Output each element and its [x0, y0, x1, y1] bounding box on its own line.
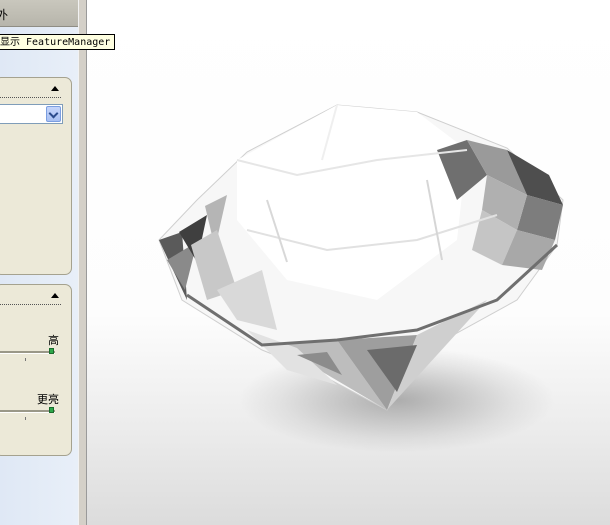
slider2-track[interactable] — [0, 410, 55, 413]
group-divider — [0, 97, 61, 98]
group-divider — [0, 304, 61, 305]
dropdown-button[interactable] — [46, 106, 61, 122]
collapse-arrow-icon[interactable] — [51, 293, 59, 298]
slider2-label: 更亮 — [37, 393, 59, 406]
chevron-down-icon — [48, 108, 59, 119]
slider1-thumb[interactable] — [49, 348, 54, 354]
panel-splitter[interactable] — [78, 0, 87, 525]
lighting-group: 高 更亮 — [0, 284, 72, 456]
property-manager-panel: 外 显示 FeatureManager 高 更亮 — [0, 0, 116, 525]
slider2-tick — [25, 417, 26, 420]
collapse-arrow-icon[interactable] — [51, 86, 59, 91]
appearance-dropdown[interactable] — [0, 104, 63, 124]
appearance-group — [0, 77, 72, 275]
slider1-label: 高 — [48, 334, 59, 347]
featuremanager-tooltip: 显示 FeatureManager — [0, 34, 116, 50]
graphics-viewport[interactable] — [87, 0, 610, 525]
slider1-tick — [25, 358, 26, 361]
slider2-thumb[interactable] — [49, 407, 54, 413]
diamond-model[interactable] — [87, 0, 610, 525]
panel-header[interactable]: 外 — [0, 0, 78, 27]
slider1-track[interactable] — [0, 351, 55, 354]
panel-header-title: 外 — [0, 8, 9, 22]
